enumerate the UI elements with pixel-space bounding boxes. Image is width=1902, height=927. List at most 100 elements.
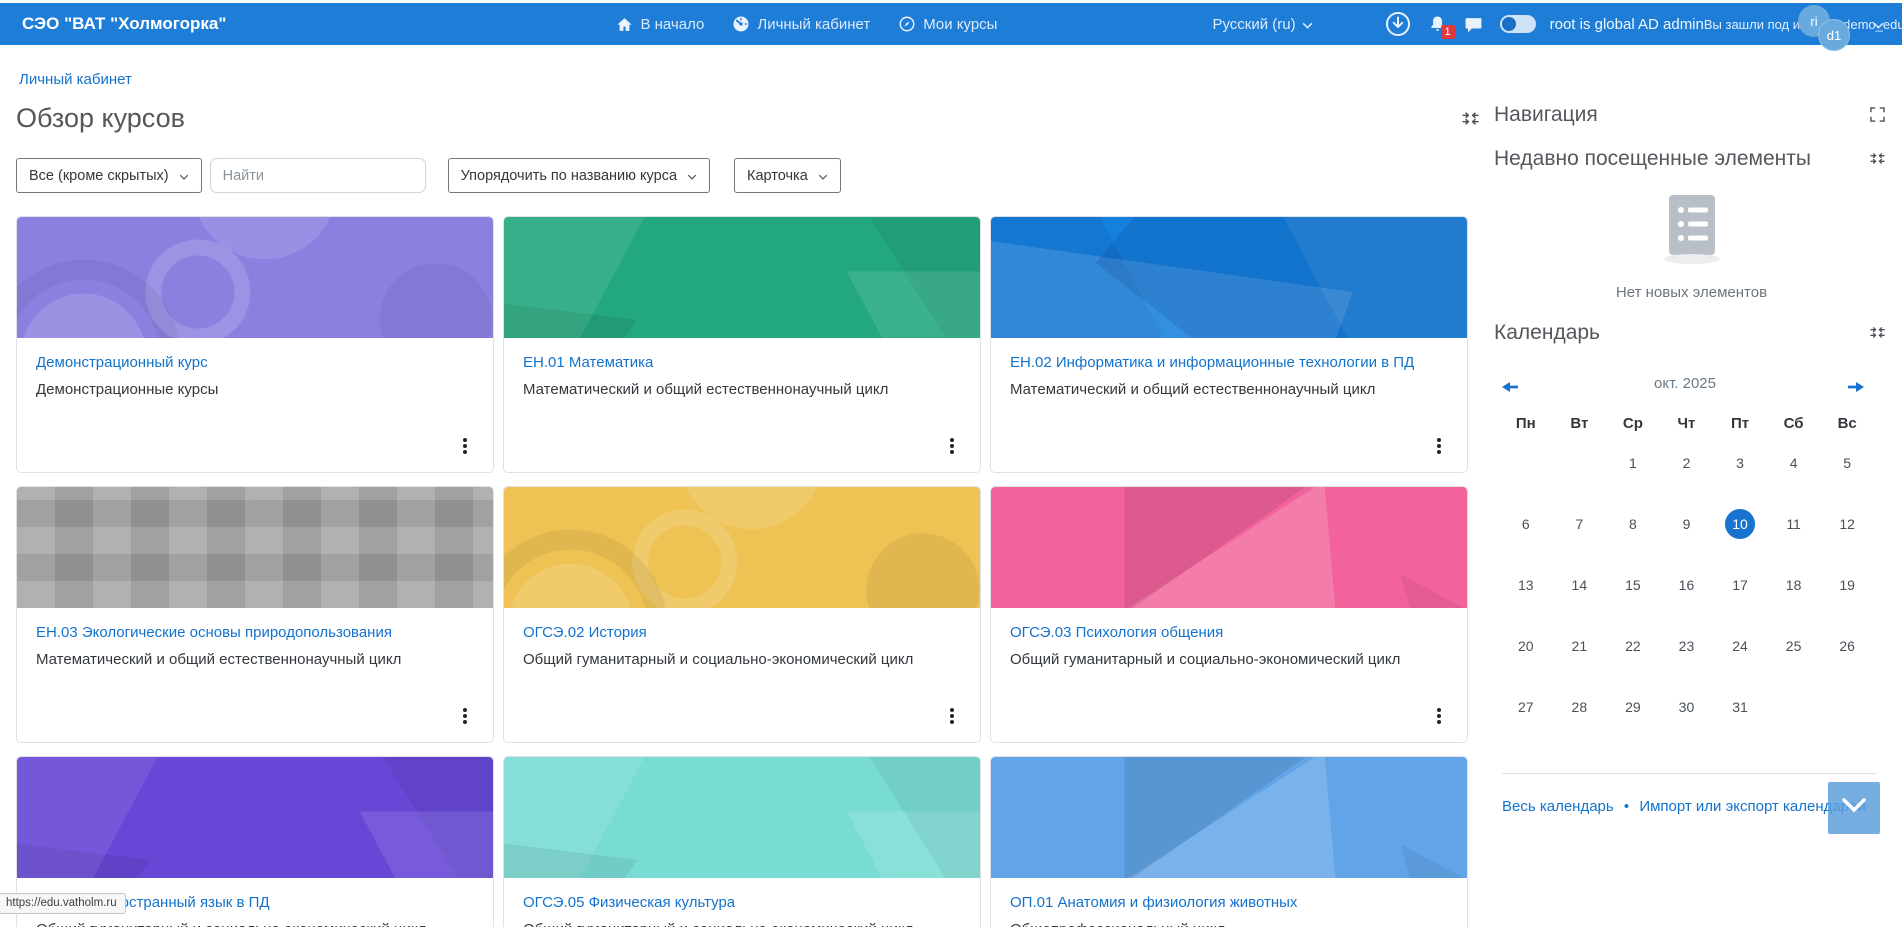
calendar-day[interactable]: 16 (1660, 564, 1714, 625)
next-month-button[interactable] (1848, 379, 1864, 397)
course-image[interactable] (991, 757, 1467, 878)
course-category: Математический и общий естественнонаучны… (1010, 380, 1448, 400)
course-card-body: ОГСЭ.02 История Общий гуманитарный и соц… (504, 608, 980, 669)
primary-navigation: В начало Личный кабинет Мои курсы (616, 15, 997, 33)
nav-dashboard[interactable]: Личный кабинет (732, 15, 870, 33)
course-title-link[interactable]: ЕН.02 Информатика и информационные техно… (1010, 353, 1448, 373)
calendar-day[interactable]: 4 (1767, 442, 1821, 503)
course-title-link[interactable]: ОГСЭ.02 История (523, 623, 961, 643)
calendar-day[interactable]: 14 (1553, 564, 1607, 625)
prev-month-button[interactable] (1502, 379, 1518, 397)
user-menu[interactable]: ri d1 (1798, 5, 1860, 49)
mini-calendar: окт. 2025 ПнВтСрЧтПтСбВс 123456789101112… (1494, 375, 1876, 747)
collapse-icon[interactable] (1870, 325, 1885, 345)
calendar-day[interactable]: 8 (1606, 503, 1660, 564)
calendar-day[interactable]: 15 (1606, 564, 1660, 625)
calendar-day[interactable]: 30 (1660, 686, 1714, 747)
breadcrumb[interactable]: Личный кабинет (19, 71, 132, 88)
calendar-month-label[interactable]: окт. 2025 (1494, 375, 1876, 392)
scroll-down-button[interactable] (1828, 782, 1880, 834)
expand-icon[interactable] (1870, 107, 1885, 127)
link-separator: • (1618, 798, 1635, 815)
course-actions-menu[interactable] (459, 432, 471, 460)
course-actions-menu[interactable] (946, 432, 958, 460)
calendar-day-today[interactable]: 10 (1713, 503, 1767, 564)
course-image[interactable] (17, 217, 493, 338)
course-actions-menu[interactable] (946, 702, 958, 730)
weekday-header: Сб (1767, 409, 1821, 442)
calendar-day[interactable]: 1 (1606, 442, 1660, 503)
nav-my-courses[interactable]: Мои курсы (898, 15, 997, 33)
dashboard-icon (732, 15, 750, 33)
calendar-day[interactable]: 29 (1606, 686, 1660, 747)
course-title-link[interactable]: ОГСЭ.05 Физическая культура (523, 893, 961, 913)
dashboard-page: СЭО "ВАТ "Холмогорка" В начало Личный ка… (0, 0, 1902, 927)
course-actions-menu[interactable] (459, 702, 471, 730)
calendar-day[interactable]: 5 (1820, 442, 1874, 503)
course-title-link[interactable]: ОП.01 Анатомия и физиология животных (1010, 893, 1448, 913)
course-title-link[interactable]: ОГСЭ.03 Психология общения (1010, 623, 1448, 643)
user-menu-chevron-icon[interactable] (1873, 16, 1884, 34)
calendar-day[interactable]: 9 (1660, 503, 1714, 564)
grouping-filter-dropdown[interactable]: Все (кроме скрытых) (16, 158, 202, 193)
chevron-down-icon (818, 168, 828, 184)
course-image[interactable] (991, 487, 1467, 608)
course-image[interactable] (504, 217, 980, 338)
calendar-day[interactable]: 6 (1499, 503, 1553, 564)
calendar-day[interactable]: 27 (1499, 686, 1553, 747)
calendar-day[interactable]: 31 (1713, 686, 1767, 747)
course-image[interactable] (17, 757, 493, 878)
calendar-day[interactable]: 26 (1820, 625, 1874, 686)
grouping-filter-value: Все (кроме скрытых) (29, 168, 169, 184)
calendar-day[interactable]: 13 (1499, 564, 1553, 625)
calendar-day[interactable]: 19 (1820, 564, 1874, 625)
edit-mode-toggle[interactable] (1500, 15, 1536, 33)
calendar-day[interactable]: 22 (1606, 625, 1660, 686)
calendar-day[interactable]: 20 (1499, 625, 1553, 686)
nav-dashboard-label: Личный кабинет (757, 16, 870, 33)
weekday-header: Вс (1820, 409, 1874, 442)
calendar-day[interactable]: 23 (1660, 625, 1714, 686)
course-category: Математический и общий естественнонаучны… (36, 650, 474, 670)
course-image[interactable] (504, 487, 980, 608)
course-title-link[interactable]: Демонстрационный курс (36, 353, 474, 373)
calendar-day[interactable]: 18 (1767, 564, 1821, 625)
calendar-day[interactable]: 11 (1767, 503, 1821, 564)
calendar-day[interactable]: 28 (1553, 686, 1607, 747)
course-image[interactable] (17, 487, 493, 608)
language-menu[interactable]: Русский (ru) (1212, 16, 1312, 33)
calendar-day[interactable]: 25 (1767, 625, 1821, 686)
navigation-block: Навигация (1494, 103, 1889, 127)
weekday-header: Ср (1606, 409, 1660, 442)
course-image[interactable] (991, 217, 1467, 338)
calendar-day[interactable]: 21 (1553, 625, 1607, 686)
course-card: ЕН.03 Экологические основы природопользо… (16, 486, 494, 743)
calendar-day[interactable]: 17 (1713, 564, 1767, 625)
display-dropdown[interactable]: Карточка (734, 158, 841, 193)
notifications-button[interactable]: 1 (1428, 14, 1447, 34)
calendar-weekday-row: ПнВтСрЧтПтСбВс (1499, 409, 1874, 442)
course-category: Общий гуманитарный и социально-экономиче… (523, 650, 961, 670)
course-title-link[interactable]: ЕН.03 Экологические основы природопользо… (36, 623, 474, 643)
nav-home[interactable]: В начало (616, 16, 704, 33)
calendar-day[interactable]: 24 (1713, 625, 1767, 686)
sort-dropdown[interactable]: Упорядочить по названию курса (448, 158, 710, 193)
close-drawer-icon[interactable] (1462, 110, 1479, 132)
course-card: ОП.01 Анатомия и физиология животных Общ… (990, 756, 1468, 927)
course-category: Общепрофессиональный цикл (1010, 920, 1448, 927)
calendar-day[interactable]: 3 (1713, 442, 1767, 503)
calendar-day[interactable]: 7 (1553, 503, 1607, 564)
course-actions-menu[interactable] (1433, 432, 1445, 460)
course-actions-menu[interactable] (1433, 702, 1445, 730)
course-image[interactable] (504, 757, 980, 878)
collapse-icon[interactable] (1870, 151, 1885, 171)
course-search-input[interactable] (210, 158, 426, 193)
full-calendar-link[interactable]: Весь календарь (1502, 798, 1614, 815)
course-category: Математический и общий естественнонаучны… (523, 380, 961, 400)
course-title-link[interactable]: ЕН.01 Математика (523, 353, 961, 373)
calendar-day (1499, 442, 1553, 503)
download-button[interactable] (1385, 11, 1411, 37)
calendar-day[interactable]: 2 (1660, 442, 1714, 503)
messages-button[interactable] (1464, 15, 1483, 34)
calendar-day[interactable]: 12 (1820, 503, 1874, 564)
